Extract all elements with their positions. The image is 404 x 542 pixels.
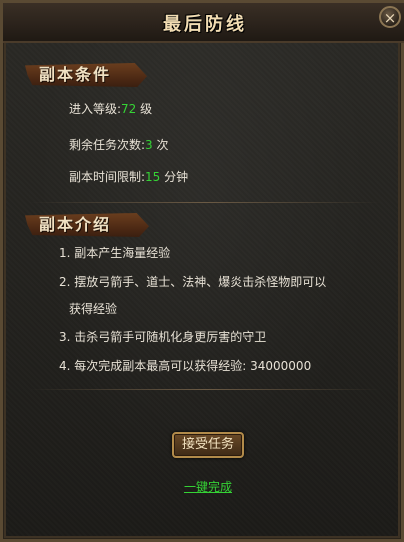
- remaining-label: 剩余任务次数:: [69, 138, 146, 152]
- section-conditions-header: 副本条件: [25, 63, 147, 87]
- close-icon[interactable]: ×: [379, 6, 401, 28]
- remaining-unit: 次: [152, 138, 169, 152]
- time-value: 15: [145, 170, 161, 184]
- one-click-complete-link[interactable]: 一键完成: [184, 478, 232, 495]
- accept-quest-button[interactable]: 接受任务: [172, 432, 244, 458]
- time-label: 副本时间限制:: [69, 170, 146, 184]
- intro-item-1: 1. 副本产生海量经验: [59, 246, 171, 260]
- divider: [29, 202, 381, 203]
- level-label: 进入等级:: [69, 102, 122, 116]
- intro-item-2-cont: 获得经验: [69, 302, 118, 316]
- remaining-attempts: 剩余任务次数:3 次: [69, 136, 169, 153]
- level-requirement: 进入等级:72 级: [69, 100, 152, 117]
- intro-item-2: 2. 摆放弓箭手、道士、法神、爆炎击杀怪物即可以: [59, 275, 327, 289]
- level-value: 72: [121, 102, 137, 116]
- divider: [29, 389, 381, 390]
- intro-item-4: 4. 每次完成副本最高可以获得经验: 34000000: [59, 359, 312, 373]
- dialog-window: 最后防线 × 副本条件 进入等级:72 级 剩余任务次数:3 次 副本时间限制:…: [0, 0, 404, 542]
- time-limit: 副本时间限制:15 分钟: [69, 168, 188, 185]
- level-unit: 级: [136, 102, 153, 116]
- section-intro-header: 副本介绍: [25, 213, 149, 237]
- dialog-title: 最后防线: [163, 14, 247, 35]
- remaining-value: 3: [145, 138, 153, 152]
- title-bar: 最后防线 ×: [3, 3, 404, 43]
- intro-item-3: 3. 击杀弓箭手可随机化身更厉害的守卫: [59, 330, 267, 344]
- time-unit: 分钟: [160, 170, 189, 184]
